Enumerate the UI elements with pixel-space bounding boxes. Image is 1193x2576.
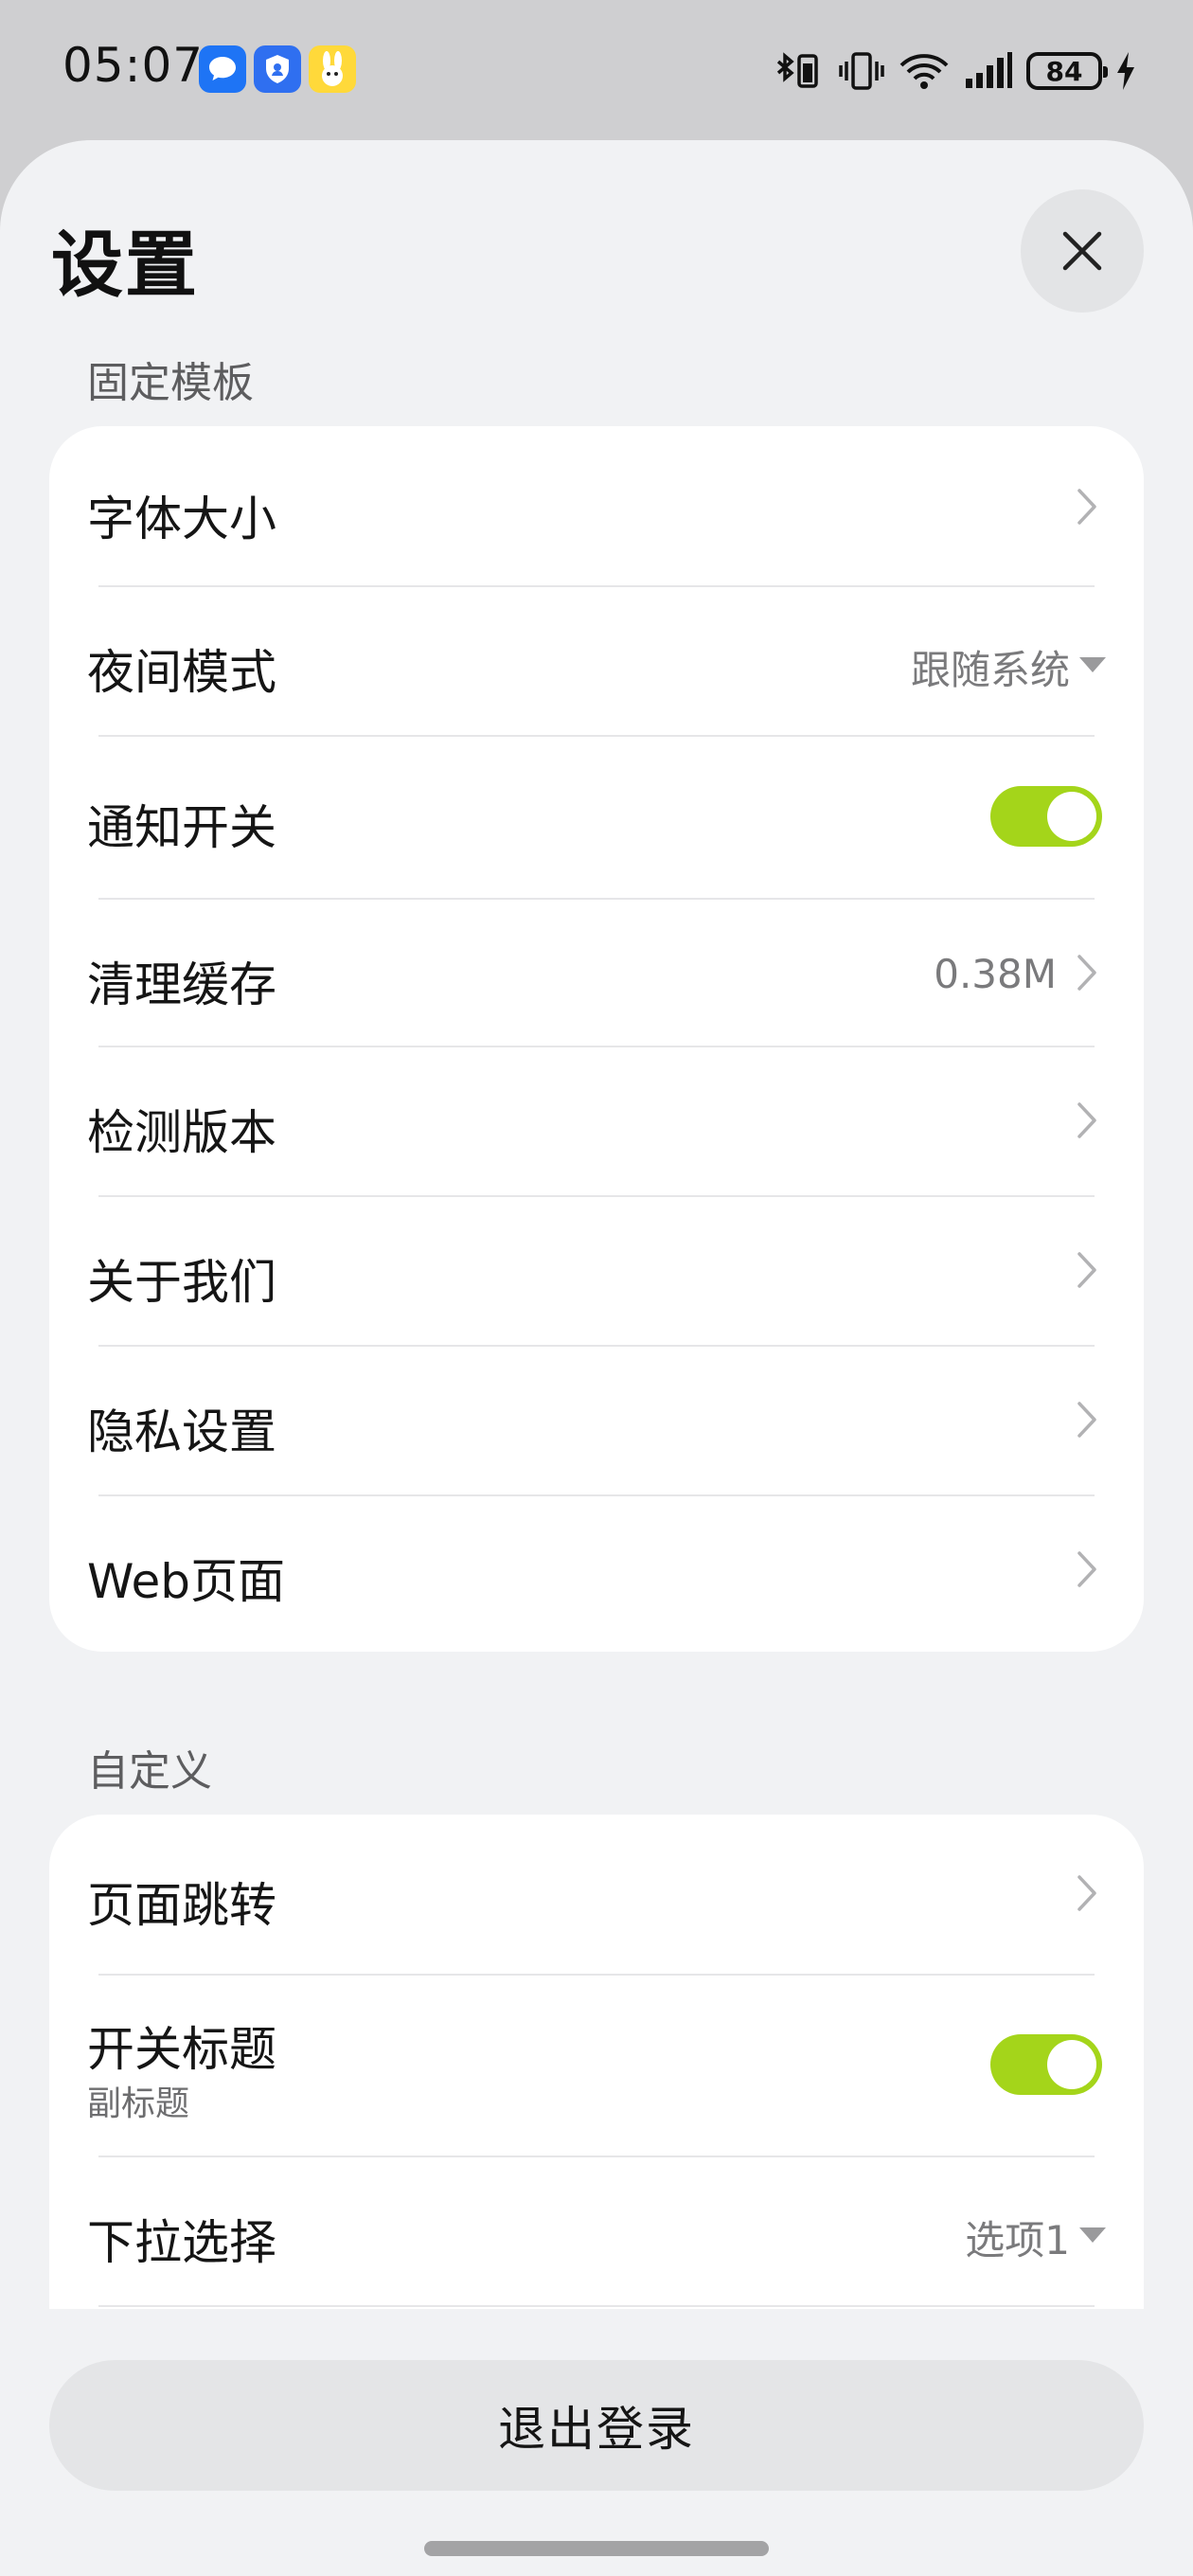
message-app-icon xyxy=(199,45,246,93)
close-button[interactable] xyxy=(1021,189,1144,313)
row-label: 开关标题 xyxy=(87,2022,276,2077)
chevron-right-icon xyxy=(1077,1875,1096,1911)
status-icons: 84 xyxy=(775,45,1136,97)
night-mode-value: 跟随系统 xyxy=(910,647,1070,693)
toggle-knob xyxy=(1047,792,1096,841)
row-label: 字体大小 xyxy=(87,492,276,546)
row-label: 关于我们 xyxy=(87,1255,276,1310)
chevron-right-icon xyxy=(1077,1102,1096,1138)
status-bar: 05:07 84 xyxy=(0,0,1193,140)
chevron-right-icon xyxy=(1077,1402,1096,1438)
row-label: 隐私设置 xyxy=(87,1404,276,1459)
row-label: 夜间模式 xyxy=(87,645,276,700)
row-label: Web页面 xyxy=(87,1554,286,1609)
dropdown-value: 选项1 xyxy=(965,2217,1070,2263)
switch-title-toggle[interactable] xyxy=(990,2034,1102,2095)
chevron-right-icon xyxy=(1077,1252,1096,1288)
fixed-template-card: 字体大小 夜间模式 跟随系统 通知开关 清理缓存 0.38M 检测版本 关于我们… xyxy=(49,426,1144,1652)
battery-icon: 84 xyxy=(1026,52,1108,90)
chevron-right-icon xyxy=(1077,489,1096,525)
row-label: 检测版本 xyxy=(87,1105,276,1160)
row-about-us[interactable]: 关于我们 xyxy=(49,1197,1144,1345)
row-subtitle: 副标题 xyxy=(87,2084,190,2123)
vibrate-icon xyxy=(839,52,884,90)
row-night-mode[interactable]: 夜间模式 跟随系统 xyxy=(49,587,1144,735)
row-switch-title: 开关标题 副标题 xyxy=(49,1976,1144,2156)
row-privacy-settings[interactable]: 隐私设置 xyxy=(49,1347,1144,1494)
charging-bolt-icon xyxy=(1117,52,1134,90)
dropdown-arrow-icon xyxy=(1079,2227,1106,2243)
section-label-fixed-template: 固定模板 xyxy=(87,359,254,407)
custom-card: 页面跳转 开关标题 副标题 下拉选择 选项1 xyxy=(49,1815,1144,2309)
row-label: 通知开关 xyxy=(87,800,276,855)
cache-size-value: 0.38M xyxy=(934,951,1057,997)
yellow-rabbit-app-icon xyxy=(309,45,356,93)
close-icon xyxy=(1062,231,1102,271)
chevron-right-icon xyxy=(1077,1551,1096,1587)
notification-toggle[interactable] xyxy=(990,786,1102,847)
row-font-size[interactable]: 字体大小 xyxy=(49,426,1144,587)
row-label: 清理缓存 xyxy=(87,957,276,1012)
page-title: 设置 xyxy=(51,223,199,307)
settings-list[interactable]: 固定模板 字体大小 夜间模式 跟随系统 通知开关 清理缓存 0.38M 检测版本… xyxy=(0,330,1193,2309)
row-page-jump[interactable]: 页面跳转 xyxy=(49,1815,1144,1974)
row-check-version[interactable]: 检测版本 xyxy=(49,1047,1144,1195)
wifi-icon xyxy=(899,54,949,89)
home-indicator[interactable] xyxy=(424,2541,769,2556)
status-time: 05:07 xyxy=(62,38,205,93)
row-web-page[interactable]: Web页面 xyxy=(49,1496,1144,1652)
row-dropdown-select[interactable]: 下拉选择 选项1 xyxy=(49,2157,1144,2305)
security-shield-app-icon xyxy=(254,45,301,93)
row-label: 页面跳转 xyxy=(87,1878,276,1933)
settings-sheet: 设置 固定模板 字体大小 夜间模式 跟随系统 通知开关 清理缓存 0.38M 检… xyxy=(0,140,1193,2576)
chevron-right-icon xyxy=(1077,955,1096,991)
bluetooth-battery-icon xyxy=(776,52,818,88)
row-notification: 通知开关 xyxy=(49,737,1144,900)
row-label: 下拉选择 xyxy=(87,2215,276,2270)
section-label-custom: 自定义 xyxy=(87,1747,212,1796)
row-clear-cache[interactable]: 清理缓存 0.38M xyxy=(49,900,1144,1047)
divider xyxy=(98,2305,1095,2307)
logout-button[interactable]: 退出登录 xyxy=(49,2360,1144,2491)
toggle-knob xyxy=(1047,2040,1096,2089)
dropdown-arrow-icon xyxy=(1079,657,1106,672)
cellular-signal-icon xyxy=(966,52,1012,88)
